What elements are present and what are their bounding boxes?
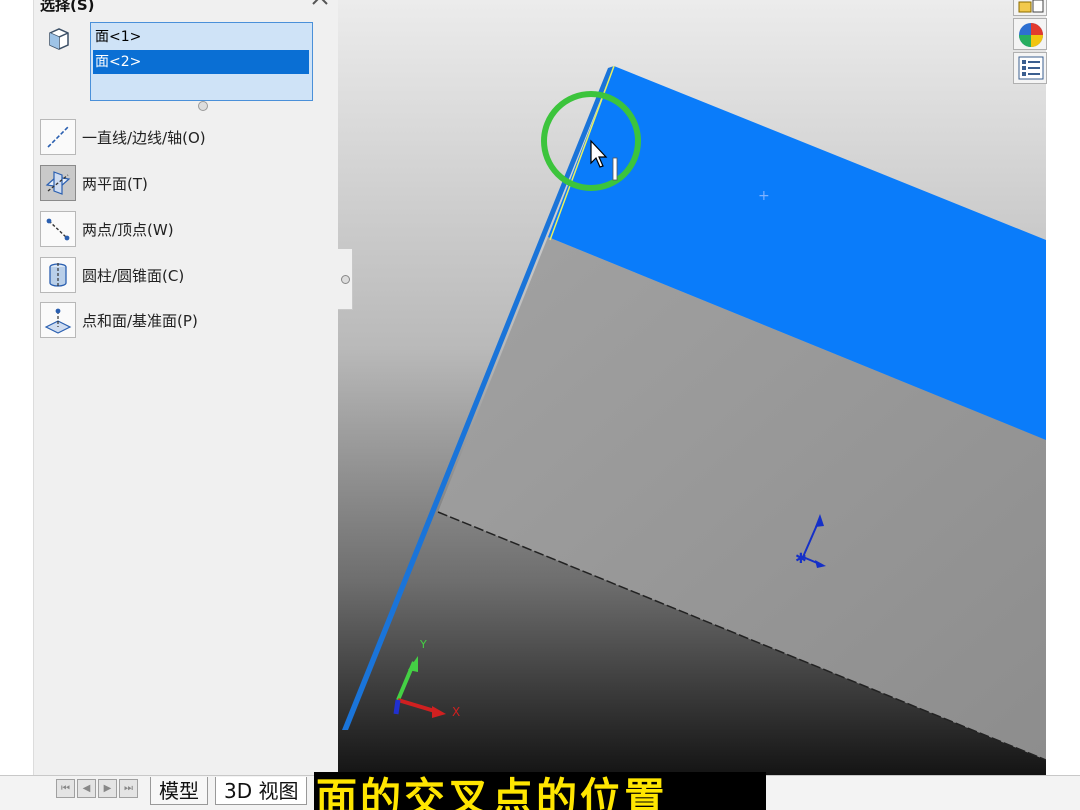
subtitle-text: 面的交叉点的位置 — [316, 774, 668, 810]
app-window: 选择(S) 面<1> 面<2> 一直线/边线/轴(O) 两平面(T) 两点/顶点… — [0, 0, 1080, 810]
selection-item-face-1[interactable]: 面<1> — [93, 25, 309, 49]
point-plane-icon[interactable] — [40, 302, 76, 338]
two-points-icon[interactable] — [40, 211, 76, 247]
collapse-chevron-icon[interactable] — [309, 0, 331, 12]
cylinder-icon[interactable] — [40, 257, 76, 293]
option-two-points[interactable]: 两点/顶点(W) — [40, 211, 330, 247]
line-axis-icon[interactable] — [40, 119, 76, 155]
first-tab-icon[interactable]: ⏮ — [56, 779, 75, 798]
svg-text:X: X — [452, 705, 460, 719]
model-scene[interactable]: + ✱ Y X — [338, 0, 1046, 775]
tab-navigation: ⏮ ◀ ▶ ⏭ — [56, 779, 142, 799]
left-strip — [0, 0, 33, 775]
selection-item-face-2[interactable]: 面<2> — [93, 50, 309, 74]
selection-list[interactable]: 面<1> 面<2> — [90, 22, 313, 101]
svg-text:Y: Y — [419, 638, 427, 651]
svg-text:✱: ✱ — [795, 551, 807, 567]
prev-tab-icon[interactable]: ◀ — [77, 779, 96, 798]
property-list-icon[interactable] — [1013, 52, 1047, 84]
option-line-edge-axis[interactable]: 一直线/边线/轴(O) — [40, 119, 330, 155]
last-tab-icon[interactable]: ⏭ — [119, 779, 138, 798]
option-label: 两点/顶点(W) — [82, 221, 174, 239]
option-label: 点和面/基准面(P) — [82, 312, 198, 330]
tab-3d-view[interactable]: 3D 视图 — [215, 777, 308, 805]
list-resize-handle[interactable] — [198, 101, 208, 111]
option-label: 两平面(T) — [82, 175, 148, 193]
property-manager: 选择(S) 面<1> 面<2> 一直线/边线/轴(O) 两平面(T) 两点/顶点… — [33, 0, 340, 775]
option-two-planes[interactable]: 两平面(T) — [40, 165, 330, 201]
origin-cross-icon: + — [758, 188, 770, 204]
tab-model[interactable]: 模型 — [150, 777, 208, 805]
appearance-icon[interactable] — [1013, 18, 1047, 50]
option-label: 一直线/边线/轴(O) — [82, 129, 206, 147]
video-subtitle: 面的交叉点的位置 — [314, 772, 766, 810]
selection-section-title[interactable]: 选择(S) — [40, 0, 95, 15]
3d-graphics-viewport[interactable]: + ✱ Y X — [338, 0, 1046, 775]
two-planes-icon[interactable] — [40, 165, 76, 201]
task-pane-strip — [1046, 0, 1080, 810]
option-cylinder-cone[interactable]: 圆柱/圆锥面(C) — [40, 257, 330, 293]
next-tab-icon[interactable]: ▶ — [98, 779, 117, 798]
face-cube-icon — [46, 26, 72, 52]
display-pane-icon[interactable] — [1013, 0, 1047, 16]
option-label: 圆柱/圆锥面(C) — [82, 267, 185, 285]
option-point-plane[interactable]: 点和面/基准面(P) — [40, 302, 330, 338]
panel-collapse-handle[interactable] — [338, 248, 353, 310]
